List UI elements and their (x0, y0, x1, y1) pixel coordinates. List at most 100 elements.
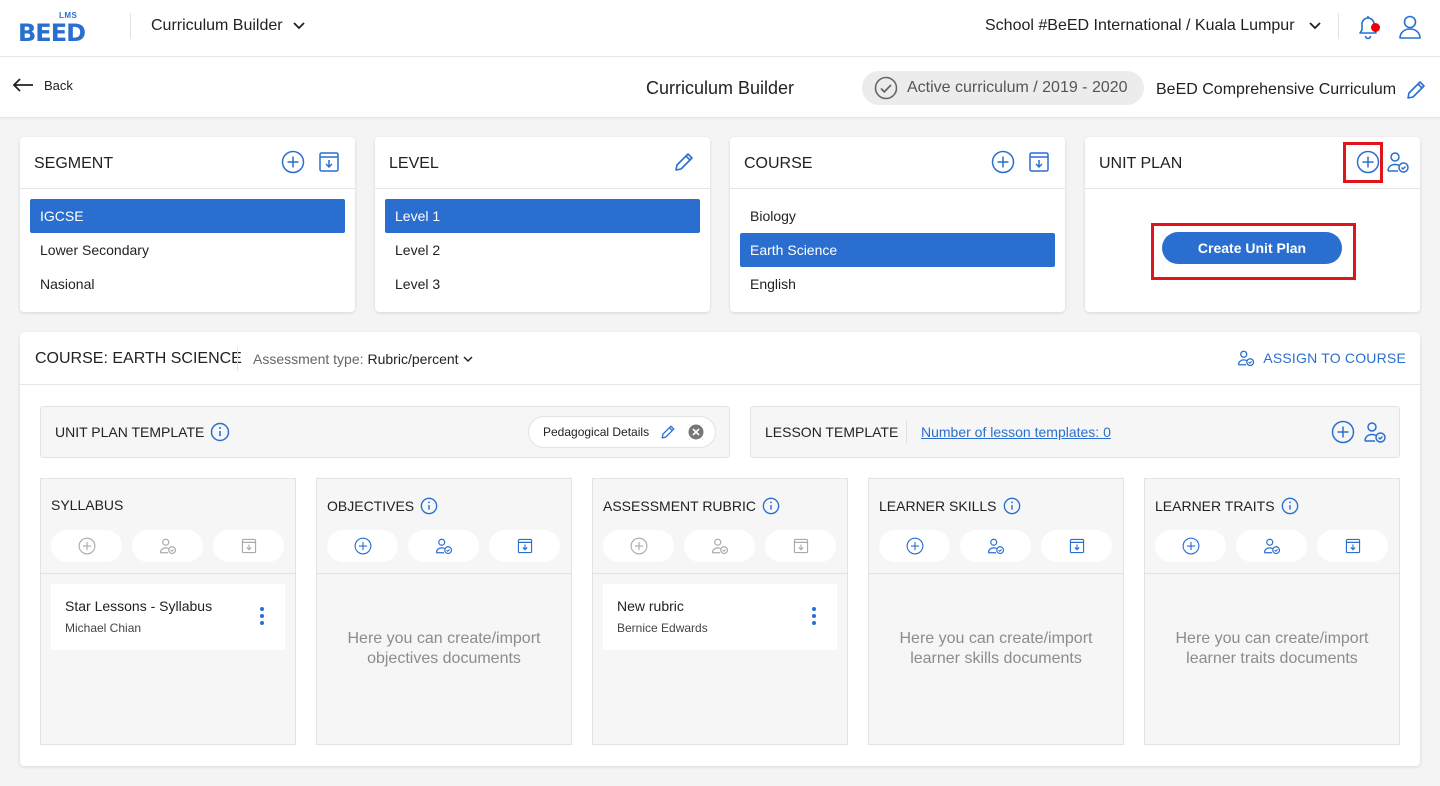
course-item[interactable]: Earth Science (740, 233, 1055, 267)
add-skills-button[interactable] (879, 530, 950, 562)
course-item[interactable]: English (740, 267, 1055, 301)
plus-circle-icon (991, 150, 1015, 174)
level-item[interactable]: Level 2 (385, 233, 700, 267)
empty-state-text: Here you can create/import learner skill… (899, 630, 1093, 667)
assign-skills-button[interactable] (960, 530, 1031, 562)
school-name: School #BeED International / Kuala Lumpu… (985, 17, 1295, 34)
edit-chip-button[interactable] (659, 420, 677, 444)
import-objectives-button[interactable] (489, 530, 560, 562)
level-item[interactable]: Level 3 (385, 267, 700, 301)
assessment-type-dropdown[interactable]: Assessment type: Rubric/percent (253, 351, 473, 367)
logo-word: BEED (18, 19, 86, 47)
check-circle-icon (874, 76, 898, 100)
syllabus-column: SYLLABUS Star Lessons - Syllabus Michael… (40, 478, 296, 745)
close-circle-icon (688, 424, 704, 440)
archive-import-icon (1345, 538, 1360, 554)
divider (906, 420, 907, 444)
unit-plan-title: UNIT PLAN (1099, 155, 1183, 172)
user-check-icon (435, 538, 452, 555)
lesson-template-label: LESSON TEMPLATE (765, 424, 899, 440)
chevron-down-icon (292, 22, 305, 30)
objectives-column: OBJECTIVES Here you can create/import ob… (316, 478, 572, 745)
assign-unit-plan-button[interactable] (1386, 150, 1410, 174)
document-title: Star Lessons - Syllabus (65, 598, 213, 614)
add-objectives-button[interactable] (327, 530, 398, 562)
info-icon[interactable] (1003, 497, 1021, 515)
empty-state-text: Here you can create/import objectives do… (347, 630, 541, 667)
course-card: COURSE Biology Earth Science English (730, 137, 1065, 312)
document-card[interactable]: New rubric Bernice Edwards (603, 584, 837, 650)
lesson-template-bar: LESSON TEMPLATE Number of lesson templat… (750, 406, 1400, 458)
edit-curriculum-button[interactable] (1404, 78, 1428, 102)
info-icon[interactable] (762, 497, 780, 515)
assign-lesson-template-button[interactable] (1363, 420, 1387, 444)
add-traits-button[interactable] (1155, 530, 1226, 562)
import-syllabus-button[interactable] (213, 530, 284, 562)
plus-circle-icon (281, 150, 305, 174)
user-check-icon (711, 538, 728, 555)
add-course-button[interactable] (991, 150, 1015, 174)
back-label: Back (44, 77, 73, 93)
user-check-icon (1237, 349, 1255, 367)
plus-circle-icon (630, 537, 647, 555)
import-course-button[interactable] (1027, 150, 1051, 174)
level-item[interactable]: Level 1 (385, 199, 700, 233)
info-icon[interactable] (210, 422, 230, 442)
assessment-type-value: Rubric/percent (367, 351, 459, 367)
segment-item[interactable]: IGCSE (30, 199, 345, 233)
back-button[interactable]: Back (12, 77, 73, 93)
info-icon[interactable] (1281, 497, 1299, 515)
course-item[interactable]: Biology (740, 199, 1055, 233)
document-title: New rubric (617, 598, 684, 614)
add-syllabus-button[interactable] (51, 530, 122, 562)
assign-to-course-button[interactable]: ASSIGN TO COURSE (1237, 349, 1406, 367)
highlight-add-unit-plan (1343, 142, 1383, 183)
document-card[interactable]: Star Lessons - Syllabus Michael Chian (51, 584, 285, 650)
add-segment-button[interactable] (281, 150, 305, 174)
level-title: LEVEL (389, 155, 439, 172)
pencil-icon (675, 153, 693, 171)
empty-state-text: Here you can create/import learner trait… (1175, 630, 1369, 667)
edit-level-button[interactable] (672, 150, 696, 174)
assign-traits-button[interactable] (1236, 530, 1307, 562)
user-icon (1397, 13, 1423, 41)
level-card: LEVEL Level 1 Level 2 Level 3 (375, 137, 710, 312)
column-title: SYLLABUS (51, 497, 124, 513)
import-segment-button[interactable] (317, 150, 341, 174)
more-vertical-icon[interactable] (259, 606, 265, 626)
info-icon[interactable] (420, 497, 438, 515)
more-vertical-icon[interactable] (811, 606, 817, 626)
user-menu[interactable] (1397, 13, 1423, 41)
column-title: LEARNER SKILLS (879, 498, 997, 514)
assign-objectives-button[interactable] (408, 530, 479, 562)
course-detail-panel: COURSE: EARTH SCIENCE Assessment type: R… (20, 332, 1420, 766)
user-check-icon (987, 538, 1004, 555)
beed-logo[interactable]: LMS BEED (18, 10, 94, 47)
notification-dot (1371, 23, 1380, 32)
divider (869, 573, 1123, 574)
assign-syllabus-button[interactable] (132, 530, 203, 562)
notifications-button[interactable] (1355, 13, 1381, 41)
pedagogical-details-chip[interactable]: Pedagogical Details (528, 416, 716, 448)
import-traits-button[interactable] (1317, 530, 1388, 562)
import-rubric-button[interactable] (765, 530, 836, 562)
archive-import-icon (1069, 538, 1084, 554)
plus-circle-icon (1182, 537, 1199, 555)
school-selector[interactable]: School #BeED International / Kuala Lumpu… (985, 17, 1321, 35)
import-skills-button[interactable] (1041, 530, 1112, 562)
lesson-templates-link[interactable]: Number of lesson templates: 0 (921, 424, 1111, 440)
column-title: ASSESSMENT RUBRIC (603, 498, 756, 514)
archive-import-icon (517, 538, 532, 554)
assign-label: ASSIGN TO COURSE (1263, 350, 1406, 366)
remove-chip-button[interactable] (687, 420, 705, 444)
app-switcher[interactable]: Curriculum Builder (151, 17, 305, 35)
add-lesson-template-button[interactable] (1331, 420, 1355, 444)
segment-item[interactable]: Nasional (30, 267, 345, 301)
assign-rubric-button[interactable] (684, 530, 755, 562)
learner-skills-column: LEARNER SKILLS Here you can create/impor… (868, 478, 1124, 745)
plus-circle-icon (78, 537, 95, 555)
add-rubric-button[interactable] (603, 530, 674, 562)
segment-item[interactable]: Lower Secondary (30, 233, 345, 267)
divider (1145, 573, 1399, 574)
pencil-icon (1407, 81, 1425, 99)
